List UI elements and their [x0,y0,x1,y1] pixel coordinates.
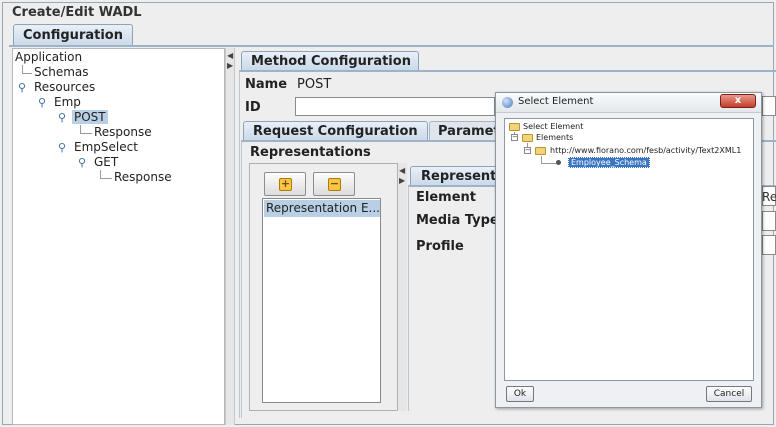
tree-expand-handle-icon[interactable]: ⚲ [58,141,66,154]
tree-node-elements[interactable]: Elements [536,133,573,142]
collapse-icon[interactable]: − [511,134,518,141]
tree-node-employee-schema[interactable]: Employee_Schema [568,157,650,168]
folder-icon [535,147,546,155]
collapse-left-arrow-icon[interactable]: ◀ [399,166,405,175]
media-type-label: Media Type [416,213,499,228]
tab-request-configuration[interactable]: Request Configuration [243,121,428,141]
tree-node-schemas[interactable]: Schemas [34,65,89,79]
name-label: Name [245,77,288,92]
representation-splitter[interactable]: ◀ ▶ [398,163,407,411]
cancel-button[interactable]: Cancel [706,386,752,402]
select-element-dialog: Select Element x Select Element − Elemen… [495,92,762,408]
collapse-left-arrow-icon[interactable]: ◀ [227,51,233,60]
tree-node-namespace[interactable]: http://www.fiorano.com/fesb/activity/Tex… [550,146,741,155]
collapse-right-arrow-icon[interactable]: ▶ [399,176,405,185]
tree-node-post-response[interactable]: Response [94,125,152,139]
tree-connector [100,178,112,179]
profile-label: Profile [416,239,464,254]
tree-connector [80,133,92,134]
tree-node-select-element[interactable]: Select Element [523,122,583,131]
resource-tree[interactable]: Application Schemas ⚲ Resources ⚲ Emp ⚲ … [12,48,225,425]
window-title: Create/Edit WADL [12,5,142,20]
dialog-app-icon [502,97,513,108]
folder-icon [509,123,520,131]
tree-node-post[interactable]: POST [72,110,108,124]
main-splitter[interactable]: ◀ ▶ [225,48,235,425]
tree-expand-handle-icon[interactable]: ⚲ [78,156,86,169]
tree-expand-handle-icon[interactable]: ⚲ [18,81,26,94]
list-item[interactable]: Representation E... [264,200,380,217]
dialog-titlebar[interactable]: Select Element x [496,93,761,113]
tree-connector [541,163,557,164]
tab-method-configuration[interactable]: Method Configuration [241,51,419,71]
tree-expand-handle-icon[interactable]: ⚲ [38,96,46,109]
tree-node-resources[interactable]: Resources [34,80,95,94]
tree-node-get[interactable]: GET [94,155,118,169]
tree-node-emp[interactable]: Emp [54,95,81,109]
add-representation-button[interactable]: + [264,172,306,196]
tree-expand-handle-icon[interactable]: ⚲ [58,111,66,124]
profile-field[interactable] [762,235,776,255]
close-button[interactable]: x [720,94,756,108]
id-label: ID [245,100,261,115]
tree-node-get-response[interactable]: Response [114,170,172,184]
remove-representation-button[interactable]: − [313,172,355,196]
media-type-field[interactable] [762,211,776,231]
leaf-node-icon [556,160,561,165]
tab-parameters[interactable]: Paramet [429,121,499,141]
representations-label: Representations [250,145,371,160]
tree-node-application[interactable]: Application [15,50,82,64]
folder-icon [522,134,533,142]
add-icon: + [279,177,292,191]
id-input[interactable] [295,97,495,116]
tree-connector [22,73,32,74]
representation-list[interactable]: Representation E... [262,198,381,403]
tree-node-empselect[interactable]: EmpSelect [74,140,138,154]
tab-configuration[interactable]: Configuration [13,24,133,46]
dialog-title: Select Element [518,96,594,107]
remove-icon: − [328,177,341,191]
element-tree[interactable]: Select Element − Elements − http://www.f… [504,118,754,381]
collapse-right-arrow-icon[interactable]: ▶ [227,61,233,70]
id-field-edge[interactable] [762,96,776,116]
ok-button[interactable]: Ok [506,386,534,402]
name-value: POST [297,77,332,92]
element-label: Element [416,190,476,205]
collapse-icon[interactable]: − [524,147,531,154]
